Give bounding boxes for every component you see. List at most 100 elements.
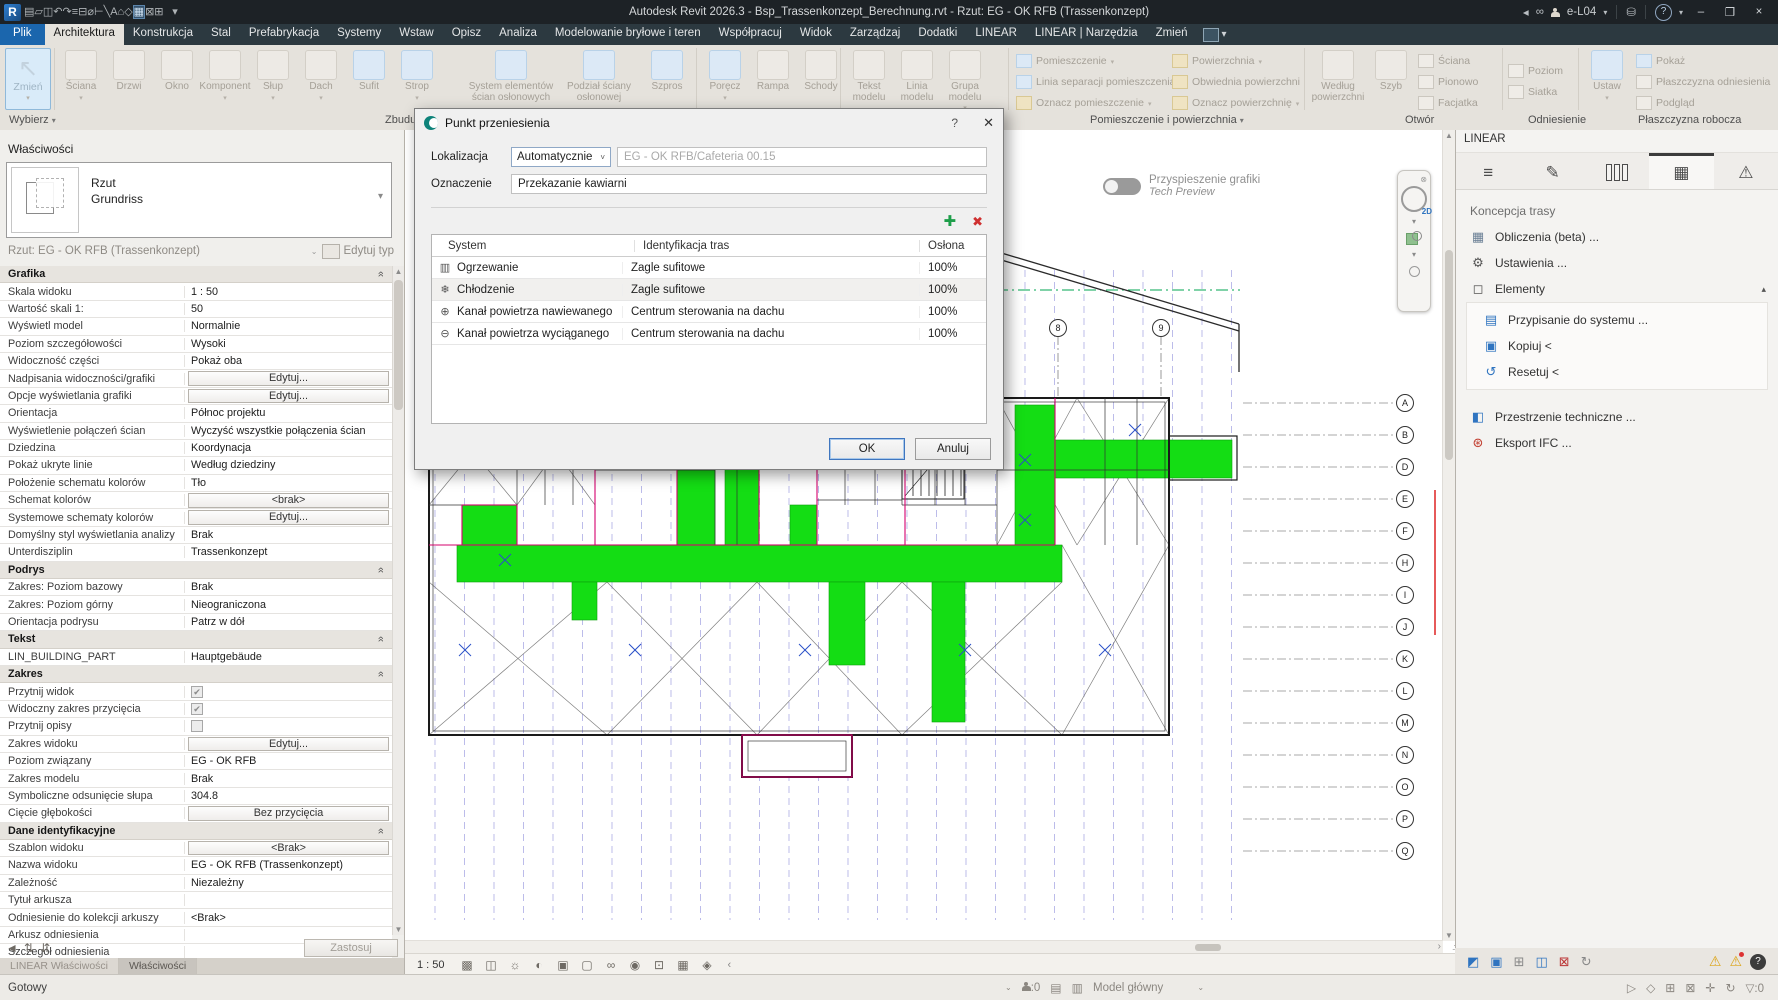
tag-icon[interactable]: ◇ <box>124 6 132 18</box>
property-row[interactable]: Widoczność części Pokaż oba <box>0 353 392 370</box>
ribbon-button[interactable]: Słup▾ <box>250 47 296 104</box>
property-row[interactable]: Dziedzina Koordynacja <box>0 440 392 457</box>
ribbon-row-button[interactable]: Pokaż <box>1636 51 1685 71</box>
linear-submenu-item[interactable]: ▣ Kopiuj < <box>1467 333 1767 359</box>
revit-logo-icon[interactable]: R <box>4 4 21 21</box>
ribbon-row-button[interactable]: Powierzchnia▾ <box>1172 51 1262 71</box>
ribbon-row-button[interactable]: Płaszczyzna odniesienia <box>1636 72 1770 92</box>
measure-icon[interactable]: ⌀ <box>87 6 94 18</box>
ribbon-button[interactable]: Ściana▾ <box>58 47 104 104</box>
wheel-caret-icon[interactable]: ▾ <box>1412 217 1416 226</box>
property-value[interactable]: Brak <box>185 581 392 593</box>
save-icon[interactable]: ◫ <box>43 6 53 18</box>
property-value[interactable]: Niezależny <box>185 877 392 889</box>
ribbon-button[interactable]: Grupa modelu▾ <box>942 47 988 115</box>
property-row[interactable]: Domyślny styl wyświetlania analizy Brak <box>0 527 392 544</box>
active-design-option[interactable]: Model główny <box>1093 982 1163 994</box>
property-value[interactable]: EG - OK RFB (Trassenkonzept) <box>185 859 392 871</box>
property-value[interactable]: Nieograniczona <box>185 599 392 611</box>
table-row[interactable]: ⊕ Kanał powietrza nawiewanego Centrum st… <box>432 301 986 323</box>
ribbon-row-button[interactable]: Siatka <box>1508 82 1557 102</box>
property-value[interactable]: Hauptgebäude <box>185 651 392 663</box>
property-row[interactable]: Zakres widoku Edytuj... <box>0 736 392 753</box>
crop-view-icon[interactable]: ▣ <box>556 958 571 972</box>
property-row[interactable]: Orientacja Północ projektu <box>0 405 392 422</box>
temporary-hide-isolate-icon[interactable]: ◉ <box>628 958 643 972</box>
warning-icon[interactable]: ⚠ <box>1709 953 1722 970</box>
dialog-help-icon[interactable]: ? <box>951 116 958 130</box>
linear-menu-item[interactable]: ▦ Obliczenia (beta) ... <box>1456 224 1778 250</box>
calculator-tab-icon[interactable]: ▦ <box>1649 153 1713 189</box>
zoom-caret-icon[interactable]: ▾ <box>1412 250 1416 259</box>
dialog-close-icon[interactable]: ✕ <box>983 115 994 131</box>
insulation-icon[interactable]: ◫ <box>1536 954 1548 970</box>
property-row[interactable]: Zakres: Poziom górny Nieograniczona <box>0 596 392 613</box>
transfer-icon[interactable]: ⊟ <box>78 6 87 18</box>
horizontal-scrollbar[interactable]: ›.: <box>405 940 1443 954</box>
ribbon-button[interactable]: Według powierzchni <box>1310 47 1366 103</box>
user-caret-icon[interactable]: ▾ <box>1603 8 1607 17</box>
collapse-caret-icon[interactable]: ▴ <box>1761 284 1766 295</box>
drag-on-selection-icon[interactable]: ✛ <box>1705 981 1715 995</box>
dialog-title-bar[interactable]: Punkt przeniesienia ? ✕ <box>415 109 1003 136</box>
view-scale-button[interactable]: 1 : 50 <box>417 959 445 971</box>
close-inactive-icon[interactable]: ⊠ <box>145 6 154 18</box>
minimize-button[interactable]: – <box>1690 6 1712 18</box>
viewbar-collapse-icon[interactable]: ‹ <box>728 959 732 971</box>
open-icon[interactable]: ▱ <box>34 6 42 18</box>
ribbon-row-button[interactable]: Podgląd <box>1636 93 1695 113</box>
ribbon-button[interactable]: System elementów ścian osłonowych <box>468 47 554 103</box>
panel-toggle-caret-icon[interactable]: ▾ <box>1222 29 1227 40</box>
property-value[interactable] <box>185 720 392 732</box>
reveal-constraints-icon[interactable]: ⊡ <box>652 958 667 972</box>
ribbon-button[interactable]: Ustaw▾ <box>1584 47 1630 104</box>
property-value[interactable]: Według dziedziny <box>185 459 392 471</box>
ribbon-row-button[interactable]: Obwiednia powierzchni <box>1172 72 1300 92</box>
library-icon[interactable] <box>1585 153 1649 189</box>
ribbon-tab[interactable]: Zmień <box>1147 24 1197 45</box>
help-circle-icon[interactable]: ? <box>1750 954 1766 970</box>
property-row[interactable]: Nadpisania widoczności/grafiki Edytuj... <box>0 370 392 387</box>
text-icon[interactable]: A <box>110 6 117 18</box>
design-options-alt-icon[interactable]: ▥ <box>1072 981 1083 995</box>
property-value[interactable]: Edytuj... <box>188 510 389 525</box>
property-row[interactable]: Zakres <box>0 666 392 683</box>
property-value[interactable]: <brak> <box>188 493 389 508</box>
ribbon-tab[interactable]: Zarządzaj <box>841 24 910 45</box>
ribbon-button[interactable]: Dach▾ <box>298 47 344 104</box>
property-row[interactable]: Widoczny zakres przycięcia <box>0 701 392 718</box>
reveal-hidden-elements-icon[interactable]: ∞ <box>604 958 619 972</box>
ribbon-button[interactable]: Linia modelu <box>894 47 940 103</box>
property-value[interactable]: Trassenkonzept <box>185 546 392 558</box>
property-row[interactable]: Zależność Niezależny <box>0 875 392 892</box>
ribbon-tab[interactable]: Widok <box>791 24 841 45</box>
systems-box-icon[interactable]: ▣ <box>1490 954 1502 970</box>
qat-overflow-caret-icon[interactable]: ▾ <box>167 4 184 21</box>
ribbon-tab[interactable]: Współpracuj <box>710 24 791 45</box>
ribbon-row-button[interactable]: Ściana <box>1418 51 1470 71</box>
table-row[interactable]: ⊖ Kanał powietrza wyciąganego Centrum st… <box>432 323 986 345</box>
detail-level-icon[interactable]: ◫ <box>484 958 499 972</box>
worksharing-display-icon[interactable]: ◈ <box>700 958 715 972</box>
type-selector[interactable]: RzutGrundriss ▾ <box>6 162 392 238</box>
ribbon-button[interactable]: Schody <box>798 47 844 93</box>
view-selector-caret-icon[interactable]: ⌄ <box>311 247 318 256</box>
restore-button[interactable]: ❐ <box>1719 5 1741 19</box>
linear-menu-item[interactable]: ⊛ Eksport IFC ... <box>1456 430 1778 456</box>
modify-button[interactable]: ↖ Zmień ▾ <box>5 48 51 110</box>
property-row[interactable]: Wyświetlenie połączeń ścian Wyczyść wszy… <box>0 423 392 440</box>
sort-grouped-icon[interactable]: ⇵ <box>40 941 50 955</box>
linear-submenu-item[interactable]: ↺ Resetuj < <box>1467 359 1767 385</box>
vertical-scrollbar[interactable]: ▲▼ <box>1442 130 1455 941</box>
property-row[interactable]: Przytnij widok <box>0 683 392 700</box>
property-value[interactable]: Tło <box>185 477 392 489</box>
property-row[interactable]: Zakres: Poziom bazowy Brak <box>0 579 392 596</box>
ribbon-button[interactable]: Szyb <box>1368 47 1414 93</box>
pane-arrow-icon[interactable]: ◂ <box>1523 5 1529 19</box>
ribbon-row-button[interactable]: Linia separacji pomieszczenia <box>1016 72 1176 92</box>
property-row[interactable]: Opcje wyświetlania grafiki Edytuj... <box>0 388 392 405</box>
property-row[interactable]: Systemowe schematy kolorów Edytuj... <box>0 509 392 526</box>
sort-ascending-icon[interactable]: ⇅ <box>24 941 34 955</box>
property-value[interactable]: 304.8 <box>185 790 392 802</box>
property-value[interactable]: Wysoki <box>185 338 392 350</box>
